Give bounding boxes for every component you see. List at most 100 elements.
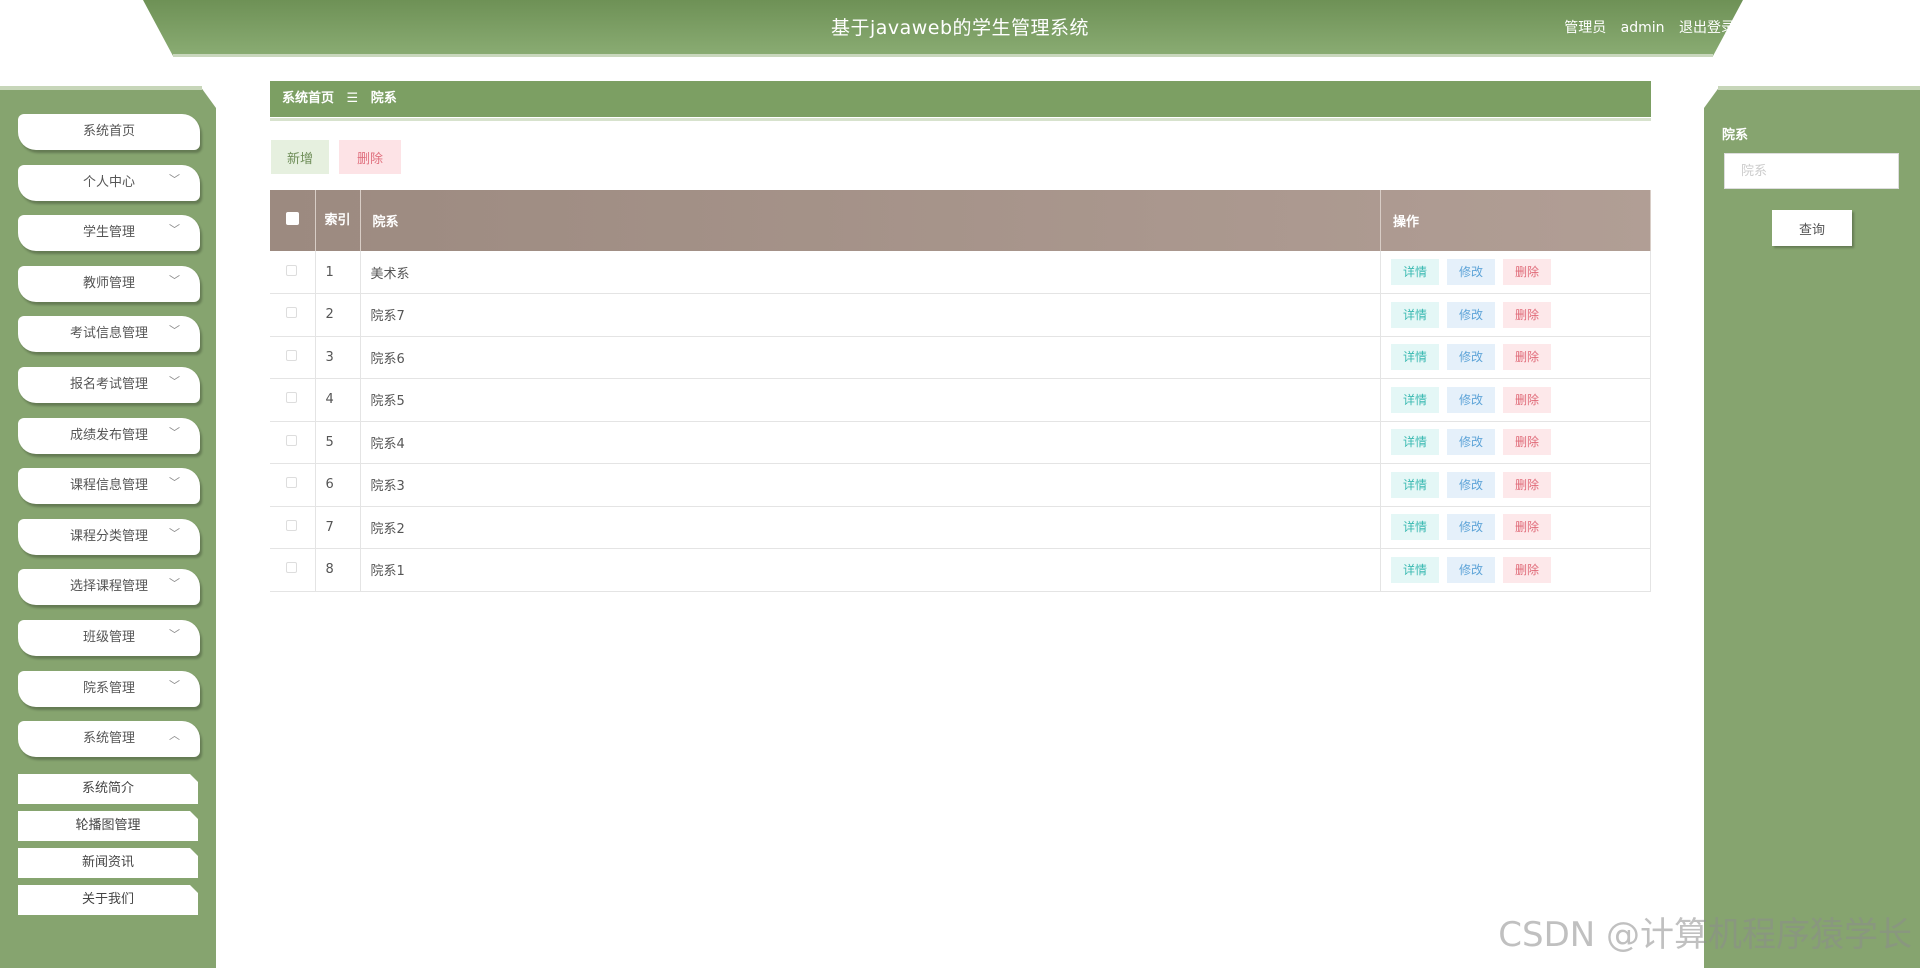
detail-button[interactable]: 详情: [1391, 514, 1440, 541]
username: admin: [1620, 20, 1665, 36]
row-checkbox[interactable]: [286, 307, 297, 319]
sidebar-item[interactable]: 课程信息管理 ﹀: [18, 468, 200, 505]
row-index: 6: [315, 463, 361, 506]
row-checkbox[interactable]: [286, 477, 297, 489]
sidebar-item-label: 系统管理: [82, 731, 135, 747]
detail-button[interactable]: 详情: [1391, 429, 1440, 456]
sidebar-item[interactable]: 系统管理 ︿: [18, 721, 200, 758]
delete-button[interactable]: 删除: [1503, 259, 1552, 285]
edit-button[interactable]: 修改: [1447, 386, 1496, 413]
department-search-input[interactable]: [1724, 153, 1899, 189]
sidebar-item-label: 教师管理: [82, 275, 135, 291]
chevron-down-icon: ﹀: [169, 476, 180, 490]
delete-button[interactable]: 删除: [1503, 301, 1552, 328]
header-user-area: 管理员 admin 退出登录: [1564, 0, 1735, 56]
row-index: 8: [315, 548, 361, 591]
delete-button[interactable]: 删除: [1503, 556, 1552, 583]
sidebar-item[interactable]: 报名考试管理 ﹀: [18, 366, 200, 403]
edit-button[interactable]: 修改: [1447, 259, 1496, 285]
row-checkbox[interactable]: [286, 392, 297, 404]
row-actions: 详情 修改 删除: [1380, 378, 1651, 421]
sidebar-item[interactable]: 学生管理 ﹀: [18, 215, 200, 252]
sidebar-item[interactable]: 课程分类管理 ﹀: [18, 518, 200, 555]
row-index: 7: [315, 506, 361, 549]
table-row: 7 院系2 详情 修改 删除: [270, 506, 1651, 549]
row-department: 院系1: [360, 548, 1381, 591]
sidebar-menu: 系统首页 个人中心 ﹀ 学生管理 ﹀ 教师管理 ﹀ 考试信息管理 ﹀ 报名考试管理 ﹀ 成绩发布管理 ﹀…: [18, 114, 200, 772]
sidebar-item-label: 报名考试管理: [69, 376, 148, 392]
row-index: 4: [315, 378, 361, 421]
breadcrumb-home[interactable]: 系统首页: [282, 91, 334, 106]
detail-button[interactable]: 详情: [1391, 471, 1440, 498]
delete-button[interactable]: 删除: [1503, 429, 1552, 456]
row-select-cell: [270, 336, 316, 379]
top-header: 基于javaweb的学生管理系统 管理员 admin 退出登录: [0, 0, 1920, 58]
row-actions: 详情 修改 删除: [1380, 548, 1651, 591]
row-actions: 详情 修改 删除: [1380, 506, 1651, 549]
search-button[interactable]: 查询: [1772, 210, 1852, 246]
detail-button[interactable]: 详情: [1391, 259, 1440, 285]
logout-link[interactable]: 退出登录: [1679, 20, 1735, 36]
delete-button[interactable]: 删除: [1503, 386, 1552, 413]
user-role: 管理员: [1564, 20, 1607, 36]
table-row: 6 院系3 详情 修改 删除: [270, 463, 1651, 506]
detail-button[interactable]: 详情: [1391, 344, 1440, 371]
row-checkbox[interactable]: [286, 434, 297, 446]
chevron-down-icon: ﹀: [169, 324, 180, 338]
sidebar-item[interactable]: 选择课程管理 ﹀: [18, 569, 200, 606]
sidebar-item[interactable]: 教师管理 ﹀: [18, 265, 200, 302]
delete-button[interactable]: 删除: [1503, 344, 1552, 371]
row-checkbox[interactable]: [286, 264, 297, 276]
row-checkbox[interactable]: [286, 562, 297, 574]
edit-button[interactable]: 修改: [1447, 471, 1496, 498]
batch-delete-button[interactable]: 删除: [339, 140, 401, 174]
table-row: 4 院系5 详情 修改 删除: [270, 378, 1651, 421]
edit-button[interactable]: 修改: [1447, 429, 1496, 456]
table-row: 2 院系7 详情 修改 删除: [270, 293, 1651, 336]
submenu-item[interactable]: 轮播图管理: [18, 811, 198, 841]
row-index: 5: [315, 421, 361, 464]
detail-button[interactable]: 详情: [1391, 301, 1440, 328]
row-checkbox[interactable]: [286, 519, 297, 531]
actions-header: 操作: [1380, 190, 1651, 251]
detail-button[interactable]: 详情: [1391, 386, 1440, 413]
sidebar-item[interactable]: 成绩发布管理 ﹀: [18, 417, 200, 454]
submenu-item[interactable]: 新闻资讯: [18, 848, 198, 878]
search-panel-top-line: [1718, 86, 1920, 90]
sidebar-top-line: [0, 86, 202, 90]
delete-button[interactable]: 删除: [1503, 514, 1552, 541]
sidebar-item[interactable]: 系统首页: [18, 114, 200, 150]
select-all-cell: [270, 190, 316, 251]
submenu-item[interactable]: 关于我们: [18, 885, 198, 915]
edit-button[interactable]: 修改: [1447, 514, 1496, 541]
row-checkbox[interactable]: [286, 349, 297, 361]
sidebar-item[interactable]: 考试信息管理 ﹀: [18, 316, 200, 353]
row-select-cell: [270, 506, 316, 549]
sidebar-item[interactable]: 院系管理 ﹀: [18, 670, 200, 707]
breadcrumb: 系统首页 ☰ 院系: [270, 81, 1651, 117]
row-department: 院系5: [360, 378, 1381, 421]
table-row: 1 美术系 详情 修改 删除: [270, 251, 1651, 294]
edit-button[interactable]: 修改: [1447, 344, 1496, 371]
system-submenu: 系统简介轮播图管理新闻资讯关于我们: [18, 774, 198, 922]
sidebar-item[interactable]: 班级管理 ﹀: [18, 619, 200, 656]
chevron-down-icon: ﹀: [169, 172, 180, 186]
department-header: 院系: [360, 190, 1381, 251]
delete-button[interactable]: 删除: [1503, 471, 1552, 498]
table-header-row: 索引 院系 操作: [270, 190, 1651, 251]
breadcrumb-underline: [270, 118, 1651, 121]
breadcrumb-separator-icon: ☰: [346, 91, 359, 106]
edit-button[interactable]: 修改: [1447, 301, 1496, 328]
submenu-item[interactable]: 系统简介: [18, 774, 198, 804]
index-header: 索引: [315, 190, 361, 251]
sidebar-item-label: 课程信息管理: [69, 478, 148, 494]
row-department: 院系6: [360, 336, 1381, 379]
select-all-checkbox[interactable]: [286, 212, 299, 225]
edit-button[interactable]: 修改: [1447, 556, 1496, 583]
add-button[interactable]: 新增: [271, 140, 329, 174]
row-index: 3: [315, 336, 361, 379]
detail-button[interactable]: 详情: [1391, 556, 1440, 583]
sidebar-item-label: 学生管理: [82, 225, 135, 241]
table-row: 3 院系6 详情 修改 删除: [270, 336, 1651, 379]
sidebar-item[interactable]: 个人中心 ﹀: [18, 164, 200, 201]
